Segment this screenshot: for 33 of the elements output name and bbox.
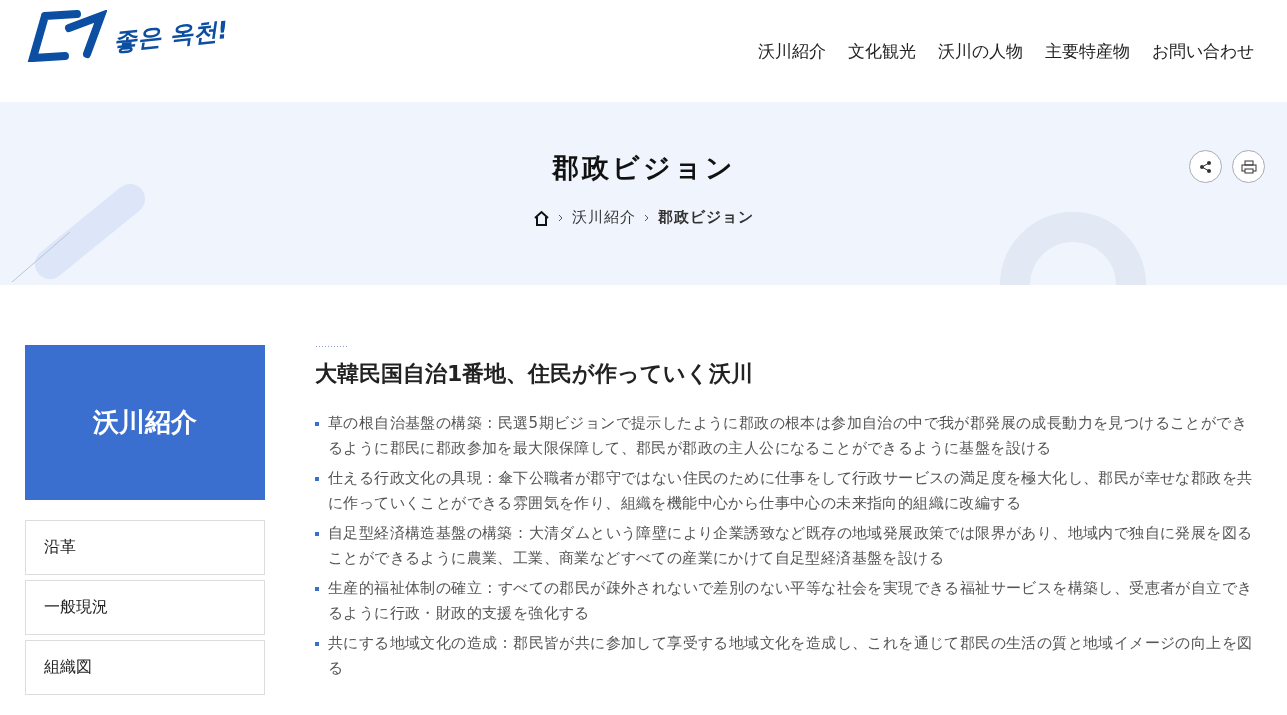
list-item-text: 仕える行政文化の具現 : 傘下公職者が郡守ではない住民のために仕事をして行政サービスの満足度を極大化し、郡民が幸せな郡政を共に作っていくことができる雰囲気を作り、組織を機能中心から仕事中心の未来指向的組織に改編する (328, 468, 1254, 514)
list-item-text: 生産的福祉体制の確立 : すべての郡民が疎外されないで差別のない平等な社会を実現できる福祉サービスを構築し、受恵者が自立できるように行政・財政的支援を強化する (328, 578, 1254, 624)
logo-mark-icon (25, 10, 107, 62)
printer-icon (1240, 159, 1257, 174)
sidebar-item[interactable]: 沿革 (25, 520, 265, 575)
list-item-text: 共にする地域文化の造成 : 郡民皆が共に参加して享受する地域文化を造成し、これを通じて郡民の生活の質と地域イメージの向上を図る (328, 633, 1254, 679)
list-item-text: 草の根自治基盤の構築 : 民選5期ビジョンで提示したように郡政の根本は参加自治の中で我が郡発展の成長動力を見つけることができるように郡民に郡政参加を最大限保障して、郡民が郡政の主人公になることができるように基盤を設ける (328, 413, 1248, 459)
sidebar-item[interactable]: 組織図 (25, 640, 265, 695)
nav-link[interactable]: 沃川紹介 (758, 40, 826, 63)
breadcrumb-link[interactable]: 沃川紹介 (572, 208, 636, 227)
nav-link[interactable]: お問い合わせ (1152, 40, 1254, 63)
nav-link[interactable]: 文化観光 (848, 40, 916, 63)
chevron-icon (644, 213, 650, 222)
breadcrumb-link[interactable]: 郡政ビジョン (658, 208, 754, 227)
share-icon (1198, 159, 1213, 174)
bullet-icon (315, 642, 319, 646)
section-heading: 大韓民国自治1番地、住民が作っていく沃川 (315, 360, 755, 388)
print-button[interactable] (1232, 150, 1265, 183)
bullet-icon (315, 532, 319, 536)
chevron-icon (558, 213, 564, 222)
sidebar-title: 沃川紹介 (25, 345, 265, 500)
home-icon[interactable] (533, 209, 550, 226)
list-item-text: 自足型経済構造基盤の構築 : 大清ダムという障壁により企業誘致など既存の地域発展政策では限界があり、地域内で独自に発展を図ることができるように農業、工業、商業などすべての産業にかけて自足型経済基盤を設ける (328, 523, 1254, 569)
sidebar-item[interactable]: 一般現況 (25, 580, 265, 635)
page-title: 郡政ビジョン (551, 151, 736, 185)
dotted-accent (315, 345, 347, 349)
bullet-icon (315, 422, 319, 426)
bullet-icon (315, 477, 319, 481)
logo-text: 좋은 옥천! (111, 15, 230, 58)
bullet-icon (315, 587, 319, 591)
nav-link[interactable]: 沃川の人物 (938, 40, 1023, 63)
nav-link[interactable]: 主要特産物 (1045, 40, 1130, 63)
share-button[interactable] (1189, 150, 1222, 183)
